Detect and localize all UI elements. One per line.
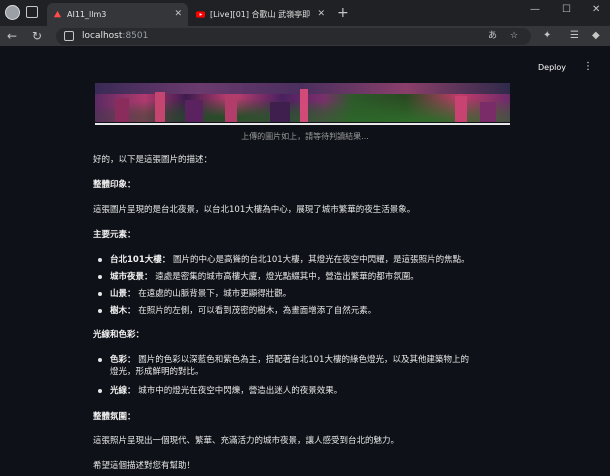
new-tab-plus-icon[interactable]: + xyxy=(337,3,349,23)
star-icon[interactable]: ☆ xyxy=(510,29,518,44)
list-item: 山景： 在遠處的山脈背景下，城市更顯得壯觀。 xyxy=(93,288,513,305)
close-window-icon[interactable]: ✕ xyxy=(592,4,600,15)
list-item: 色彩： 圖片的色彩以深藍色和紫色為主，搭配著台北101大樓的綠色燈光，以及其他建… xyxy=(93,354,513,385)
app-main: Deploy ⋮ 上傳的圖片如上，請等待判讀結果... 好的，以下是這張圖片的描… xyxy=(0,46,610,476)
reload-icon[interactable]: ↻ xyxy=(32,28,42,44)
tab-actions-icon[interactable] xyxy=(26,6,38,18)
elements-list: 台北101大樓： 圖片的中心是高聳的台北101大樓，其燈光在夜空中閃耀，是這張照… xyxy=(93,254,513,322)
extensions-icon[interactable]: ✦ xyxy=(543,29,551,43)
atmosphere-text: 這張照片呈現出一個現代、繁華、充滿活力的城市夜景，讓人感受到台北的魅力。 xyxy=(93,436,400,446)
overall-text: 這張圖片呈現的是台北夜景，以台北101大樓為中心，展現了城市繁華的夜生活景象。 xyxy=(93,205,416,215)
tab-label: [Live][01] 合歡山 武嶺亭即時影像 xyxy=(210,10,310,19)
youtube-favicon-icon xyxy=(196,11,205,18)
closing-text: 希望這個描述對您有幫助！ xyxy=(93,461,196,471)
lighting-heading: 光線和色彩： xyxy=(93,330,145,340)
copilot-icon[interactable]: ◆ xyxy=(592,29,600,43)
translate-icon[interactable]: あ xyxy=(488,29,497,44)
minimize-icon[interactable]: — xyxy=(530,4,540,15)
tab-label: AI11_llm3 xyxy=(67,10,107,19)
close-tab-icon[interactable]: ✕ xyxy=(174,3,182,26)
image-building xyxy=(455,96,467,122)
image-building xyxy=(155,92,165,122)
image-building xyxy=(300,89,308,122)
profile-avatar[interactable] xyxy=(5,5,20,20)
close-tab-icon[interactable]: ✕ xyxy=(317,3,325,26)
list-item: 光線： 城市中的燈光在夜空中閃爍，營造出迷人的夜景效果。 xyxy=(93,385,513,402)
browser-tab-bar: AI11_llm3 ✕ [Live][01] 合歡山 武嶺亭即時影像 ✕ + —… xyxy=(0,0,610,26)
tab-live-stream[interactable]: [Live][01] 合歡山 武嶺亭即時影像 ✕ xyxy=(190,3,331,26)
image-building xyxy=(225,94,237,122)
url-text: localhost:8501 xyxy=(82,31,149,41)
image-building xyxy=(115,98,129,122)
deploy-button[interactable]: Deploy xyxy=(538,63,566,72)
image-divider xyxy=(95,123,510,125)
image-building xyxy=(270,102,290,122)
list-item: 樹木： 在照片的左側，可以看到茂密的樹木，為畫面增添了自然元素。 xyxy=(93,305,513,322)
lighting-list: 色彩： 圖片的色彩以深藍色和紫色為主，搭配著台北101大樓的綠色燈光，以及其他建… xyxy=(93,354,513,402)
image-building xyxy=(185,100,203,122)
list-item: 台北101大樓： 圖片的中心是高聳的台北101大樓，其燈光在夜空中閃耀，是這張照… xyxy=(93,254,513,271)
elements-heading: 主要元素： xyxy=(93,230,136,240)
favorites-icon[interactable]: ☰ xyxy=(570,29,579,43)
site-info-icon[interactable] xyxy=(64,31,74,41)
overall-heading: 整體印象： xyxy=(93,180,136,190)
back-arrow-icon[interactable]: ← xyxy=(7,28,17,44)
browser-toolbar: ← ↻ localhost:8501 あ ☆ ✦ ☰ ◆ xyxy=(0,26,610,46)
intro-text: 好的，以下是這張圖片的描述： xyxy=(93,155,213,165)
image-caption: 上傳的圖片如上，請等待判讀結果... xyxy=(241,132,369,141)
tab-ai11-llm3[interactable]: AI11_llm3 ✕ xyxy=(47,3,188,26)
address-bar[interactable]: localhost:8501 あ ☆ xyxy=(56,28,531,45)
list-item: 城市夜景： 遠處是密集的城市高樓大廈，燈光點綴其中，營造出繁華的都市氛圍。 xyxy=(93,271,513,288)
image-building xyxy=(480,102,496,122)
streamlit-favicon-icon xyxy=(53,10,62,18)
maximize-icon[interactable]: ☐ xyxy=(562,4,571,15)
main-menu-icon[interactable]: ⋮ xyxy=(583,61,593,72)
uploaded-image xyxy=(95,83,510,122)
atmosphere-heading: 整體氛圍： xyxy=(93,412,136,422)
